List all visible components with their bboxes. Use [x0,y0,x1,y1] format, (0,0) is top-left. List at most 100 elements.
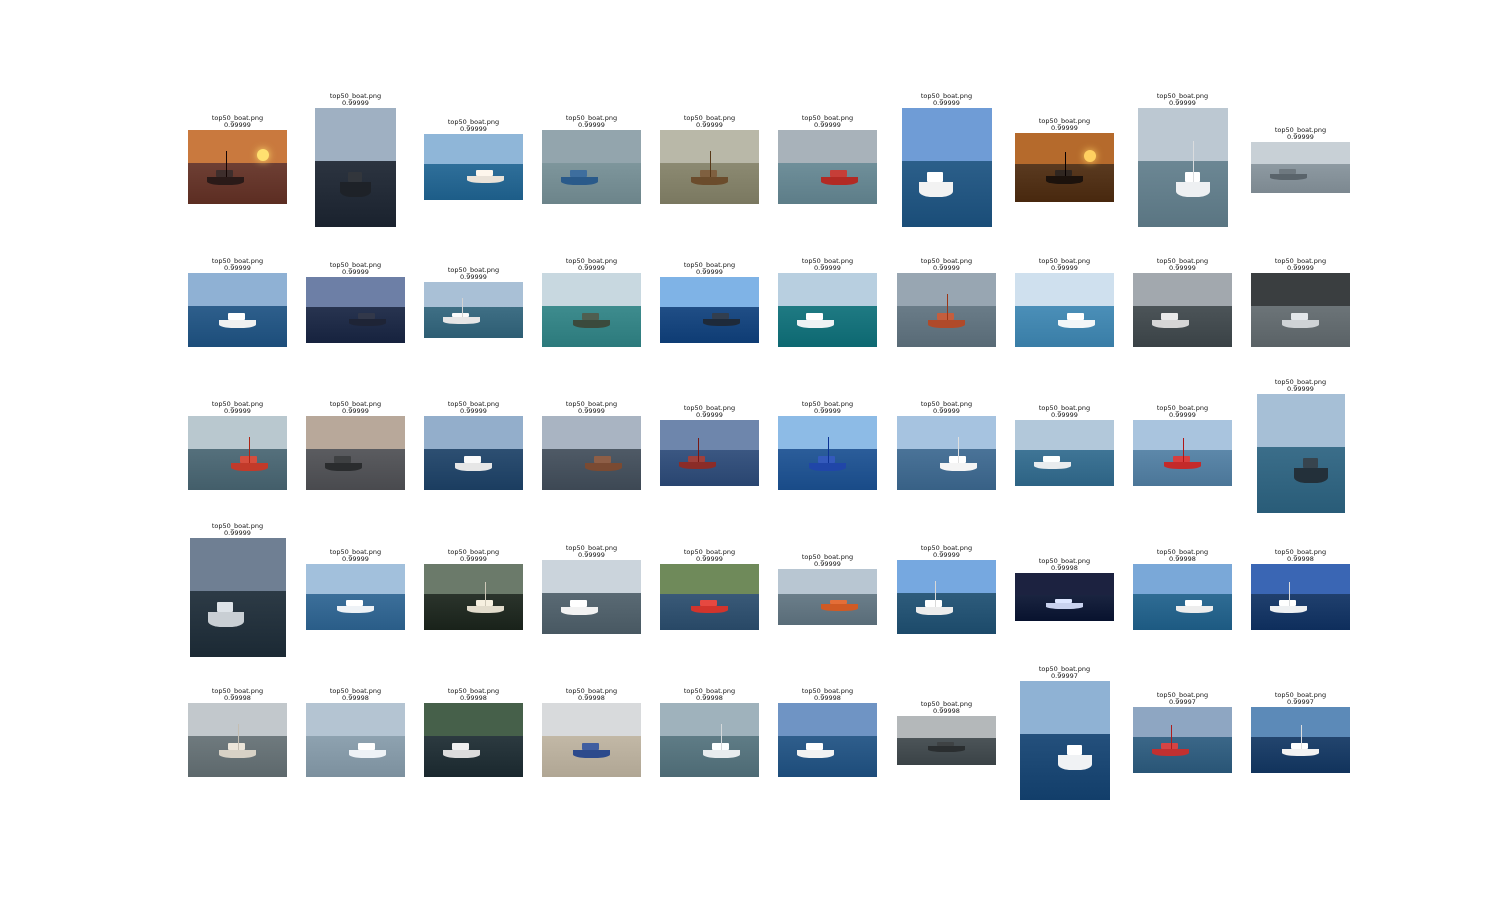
boat-icon [218,319,257,329]
image-score-label: 0.99999 [1051,411,1078,419]
image-tile: top50_boat.png 0.99999 [424,267,524,338]
image-score-label: 0.99998 [224,694,251,702]
mast-icon [958,436,960,463]
mast-icon [697,438,699,462]
image-tile: top50_boat.png 0.99999 [306,549,406,630]
image-tile: top50_boat.png 0.99999 [542,545,642,634]
boat-thumbnail-fishing-boat-grey [188,703,287,777]
image-tile: top50_boat.png 0.99999 [897,258,997,347]
sky-area [306,564,405,594]
boat-thumbnail-rowboat-blue-lagoon [901,107,992,227]
image-tile: top50_boat.png 0.99998 [1251,549,1351,630]
mast-icon [934,580,936,607]
image-score-label: 0.99998 [342,694,369,702]
boat-thumbnail-wooden-canoes [660,130,759,204]
boat-thumbnail-harbor-sails [897,416,996,490]
image-tile: top50_boat.png 0.99999 [188,522,288,657]
boat-thumbnail-deck-view [424,416,523,490]
boat-cabin-icon [1055,599,1073,604]
boat-cabin-icon [806,743,824,750]
image-score-label: 0.99999 [1051,264,1078,272]
boat-cabin-icon [700,600,718,606]
sky-area [424,282,523,308]
image-tile: top50_boat.png 0.99999 [660,549,760,630]
image-score-label: 0.99999 [578,407,605,415]
boat-icon [230,462,269,472]
image-score-label: 0.99999 [460,407,487,415]
sky-area [542,130,641,164]
boat-thumbnail-white-yacht [306,564,405,630]
boat-cabin-icon [937,742,955,747]
image-tile: top50_boat.png 0.99999 [778,258,878,347]
image-score-label: 0.99998 [1287,555,1314,563]
image-score-label: 0.99999 [460,555,487,563]
sky-area [189,537,286,592]
sky-area [660,703,759,737]
image-score-label: 0.99998 [460,694,487,702]
image-score-label: 0.99998 [578,694,605,702]
boat-icon [1058,755,1093,770]
boat-icon [1045,603,1084,610]
boat-icon [1176,182,1211,197]
image-tile: top50_boat.png 0.99998 [1015,558,1115,621]
sky-area [306,416,405,450]
mast-icon [1288,582,1290,606]
boat-thumbnail-shrimp-boats-storm [189,537,286,657]
image-score-label: 0.99999 [342,268,369,276]
boat-thumbnail-calm-bay [1015,420,1114,486]
image-score-label: 0.99999 [342,98,369,107]
sky-area [660,420,759,450]
boat-cabin-icon [1302,458,1318,469]
mast-icon [827,436,829,463]
boat-icon [915,606,954,616]
sky-area [542,416,641,450]
image-score-label: 0.99998 [814,694,841,702]
boat-cabin-icon [216,602,234,613]
boat-thumbnail-open-sea-haze [1251,141,1350,193]
boat-cabin-icon [1279,169,1297,174]
image-tile: top50_boat.png 0.99999 [306,401,406,490]
image-score-label: 0.99998 [933,706,960,715]
image-tile: top50_boat.png 0.99999 [660,262,760,343]
boat-thumbnail-red-tugboat [778,130,877,204]
boat-thumbnail-harbor-skyline [660,703,759,777]
boat-thumbnail-canoe-paddlers [660,420,759,486]
image-tile: top50_boat.png 0.99999 [897,545,997,634]
image-tile: top50_boat.png 0.99999 [306,262,406,343]
sky-area [1133,707,1232,737]
boat-thumbnail-red-white-fishing-boat [1133,420,1232,486]
image-tile: top50_boat.png 0.99998 [778,688,878,777]
image-tile: top50_boat.png 0.99999 [424,119,524,200]
boat-icon [340,182,371,197]
sky-area [1015,420,1114,450]
boat-cabin-icon [1184,600,1202,606]
boat-icon [918,182,953,197]
boat-thumbnail-barge-evening [542,416,641,490]
image-tile: top50_boat.png 0.99998 [306,688,406,777]
image-score-label: 0.99999 [1287,384,1314,393]
sky-area [1133,564,1232,594]
mast-icon [237,723,239,750]
image-tile: top50_boat.png 0.99999 [778,401,878,490]
boat-icon [1151,319,1190,329]
image-score-label: 0.99997 [1169,698,1196,706]
boat-cabin-icon [475,170,493,176]
image-score-label: 0.99998 [696,694,723,702]
image-score-label: 0.99999 [578,121,605,129]
boat-cabin-icon [346,600,364,606]
image-score-label: 0.99998 [1169,555,1196,563]
boat-thumbnail-cruise-ship-party [778,703,877,777]
sky-area [542,273,641,307]
boat-thumbnail-couple-on-boat [424,703,523,777]
boat-cabin-icon [347,172,362,183]
image-tile: top50_boat.png 0.99999 [1251,378,1351,513]
boat-icon [690,176,729,186]
image-score-label: 0.99999 [933,407,960,415]
boat-icon [820,176,859,186]
sky-area [1251,141,1350,165]
boat-thumbnail-ferry-mountains [542,560,641,634]
sky-area [901,107,992,162]
image-score-label: 0.99998 [1051,564,1078,572]
image-score-label: 0.99999 [1169,98,1196,107]
image-tile: top50_boat.png 0.99999 [188,115,288,204]
